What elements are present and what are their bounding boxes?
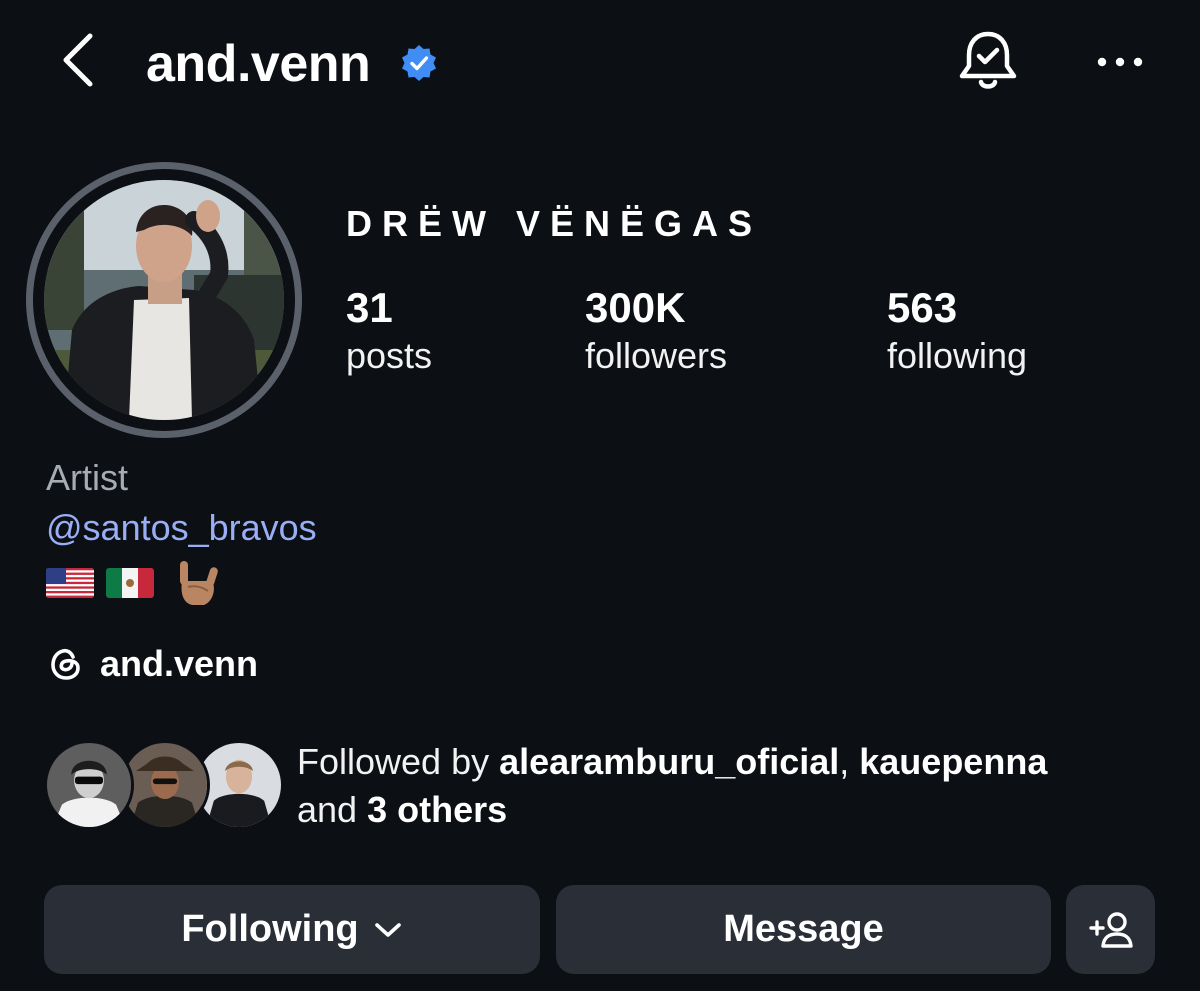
threads-icon bbox=[51, 648, 80, 680]
profile-page: and.venn DRËW VËNËGAS 31 posts 300K foll… bbox=[0, 0, 1200, 991]
followers-label: followers bbox=[585, 335, 728, 376]
following-button[interactable]: Following bbox=[44, 885, 540, 974]
rock-on-hand-icon bbox=[180, 561, 218, 605]
suggested-users-button[interactable] bbox=[1066, 885, 1155, 974]
threads-handle: and.venn bbox=[100, 643, 259, 684]
add-person-icon bbox=[1088, 911, 1133, 948]
mutual-followers-avatars[interactable] bbox=[44, 740, 284, 832]
bio-emojis bbox=[46, 558, 224, 608]
chevron-down-icon bbox=[374, 922, 401, 937]
mutual-others[interactable]: 3 others bbox=[367, 789, 507, 830]
mexico-flag-icon bbox=[106, 568, 154, 598]
back-icon[interactable] bbox=[52, 28, 104, 92]
following-count: 563 bbox=[887, 284, 958, 331]
following-button-label: Following bbox=[181, 908, 359, 950]
display-name: DRËW VËNËGAS bbox=[346, 203, 763, 244]
following-stat[interactable]: 563 following bbox=[887, 284, 1027, 380]
followed-by-separator: , bbox=[839, 741, 860, 782]
followers-stat[interactable]: 300K followers bbox=[585, 284, 727, 380]
notification-bell-icon[interactable] bbox=[952, 26, 1024, 98]
followed-by-prefix: Followed by bbox=[297, 741, 500, 782]
us-flag-icon bbox=[46, 568, 94, 598]
profile-username: and.venn bbox=[146, 35, 371, 93]
followers-count: 300K bbox=[585, 284, 686, 331]
bio-mention-link[interactable]: @santos_bravos bbox=[46, 506, 317, 550]
followed-by-text[interactable]: Followed by alearamburu_oficial, kauepen… bbox=[297, 738, 1177, 834]
verified-badge-icon bbox=[402, 45, 436, 81]
posts-count: 31 bbox=[346, 284, 393, 331]
following-label: following bbox=[887, 335, 1028, 376]
mutual-user-1[interactable]: alearamburu_oficial bbox=[499, 741, 839, 782]
message-button-label: Message bbox=[723, 908, 884, 950]
more-options-icon[interactable] bbox=[1092, 44, 1148, 80]
mutual-user-2[interactable]: kauepenna bbox=[859, 741, 1047, 782]
profile-category: Artist bbox=[46, 457, 129, 498]
mutual-avatar-1 bbox=[44, 740, 134, 830]
profile-avatar[interactable] bbox=[44, 180, 284, 420]
followed-by-middle: and bbox=[297, 789, 368, 830]
message-button[interactable]: Message bbox=[556, 885, 1051, 974]
posts-stat[interactable]: 31 posts bbox=[346, 284, 432, 380]
threads-link[interactable]: and.venn bbox=[46, 640, 258, 688]
posts-label: posts bbox=[346, 335, 433, 376]
